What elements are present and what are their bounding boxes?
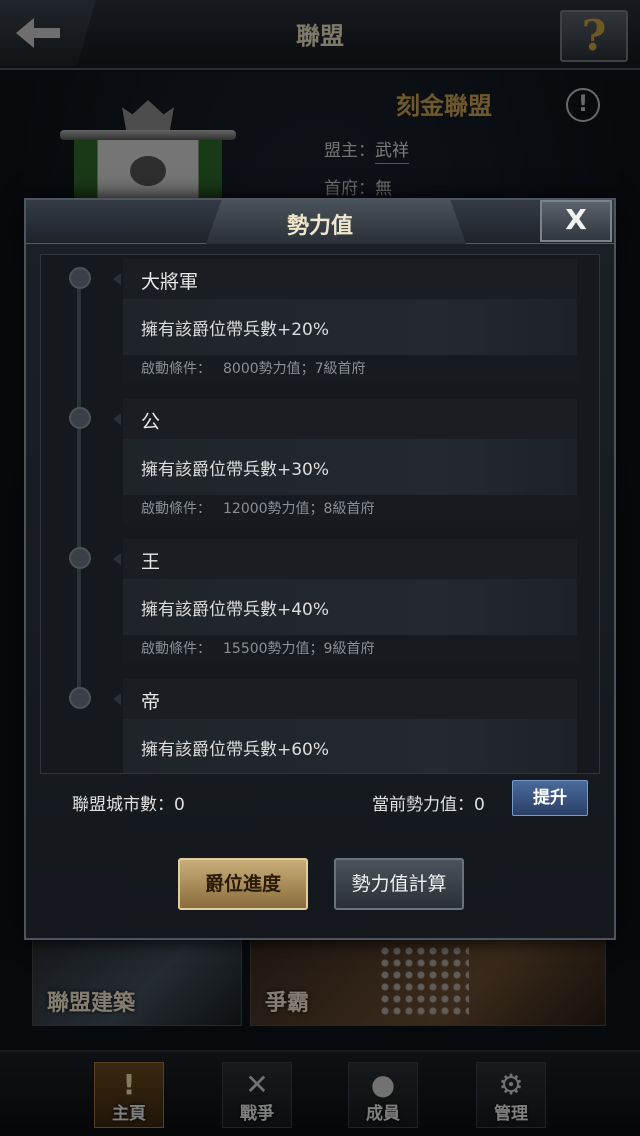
alliance-city-count: 聯盟城市數：0: [72, 795, 185, 815]
rank-effect: 擁有該爵位帶兵數+40%: [141, 600, 330, 620]
timeline-dot-icon: [69, 407, 91, 429]
condition-value: 12000勢力值；8級首府: [223, 501, 375, 517]
pointer-icon: [113, 693, 121, 705]
condition-value: 8000勢力值；7級首府: [223, 361, 366, 377]
condition-label: 啟動條件：: [141, 641, 211, 657]
condition-label: 啟動條件：: [141, 361, 211, 377]
rank-name: 公: [141, 411, 161, 433]
rank-name: 帝: [141, 691, 161, 713]
condition-value: 15500勢力值；9級首府: [223, 641, 375, 657]
rank-effect: 擁有該爵位帶兵數+20%: [141, 320, 330, 340]
pointer-icon: [113, 273, 121, 285]
rank-item: 王 擁有該爵位帶兵數+40% 啟動條件： 15500勢力值；9級首府: [41, 539, 599, 669]
rank-condition: 啟動條件： 12000勢力值；8級首府: [123, 495, 577, 523]
rank-effect: 擁有該爵位帶兵數+30%: [141, 460, 330, 480]
rank-card: 公 擁有該爵位帶兵數+30% 啟動條件： 12000勢力值；8級首府: [123, 399, 577, 523]
pointer-icon: [113, 553, 121, 565]
modal-title: 勢力值: [286, 213, 353, 239]
close-button[interactable]: X: [540, 200, 612, 242]
rank-name: 王: [141, 551, 161, 573]
timeline-dot-icon: [69, 547, 91, 569]
rank-progress-button[interactable]: 爵位進度: [178, 858, 308, 910]
rank-card: 王 擁有該爵位帶兵數+40% 啟動條件： 15500勢力值；9級首府: [123, 539, 577, 663]
timeline-dot-icon: [69, 687, 91, 709]
rank-item: 帝 擁有該爵位帶兵數+60%: [41, 679, 599, 773]
rank-name: 大將軍: [141, 271, 199, 293]
timeline-dot-icon: [69, 267, 91, 289]
current-power-value: 當前勢力值：0: [372, 795, 485, 815]
rank-card: 大將軍 擁有該爵位帶兵數+20% 啟動條件： 8000勢力值；7級首府: [123, 259, 577, 383]
rank-effect: 擁有該爵位帶兵數+60%: [141, 740, 330, 760]
power-modal: 勢力值 X 大將軍 擁有該爵位帶兵數+20% 啟動條件： 8000勢力值；7級首府…: [24, 198, 616, 940]
rank-condition: 啟動條件： 15500勢力值；9級首府: [123, 635, 577, 663]
pointer-icon: [113, 413, 121, 425]
rank-condition: 啟動條件： 8000勢力值；7級首府: [123, 355, 577, 383]
condition-label: 啟動條件：: [141, 501, 211, 517]
power-calculation-button[interactable]: 勢力值計算: [334, 858, 464, 910]
modal-header: 勢力值 X: [26, 200, 614, 244]
rank-list[interactable]: 大將軍 擁有該爵位帶兵數+20% 啟動條件： 8000勢力值；7級首府 公 擁有該…: [40, 254, 600, 774]
rank-item: 公 擁有該爵位帶兵數+30% 啟動條件： 12000勢力值；8級首府: [41, 399, 599, 529]
upgrade-button[interactable]: 提升: [512, 780, 588, 816]
rank-item: 大將軍 擁有該爵位帶兵數+20% 啟動條件： 8000勢力值；7級首府: [41, 259, 599, 389]
rank-card: 帝 擁有該爵位帶兵數+60%: [123, 679, 577, 773]
